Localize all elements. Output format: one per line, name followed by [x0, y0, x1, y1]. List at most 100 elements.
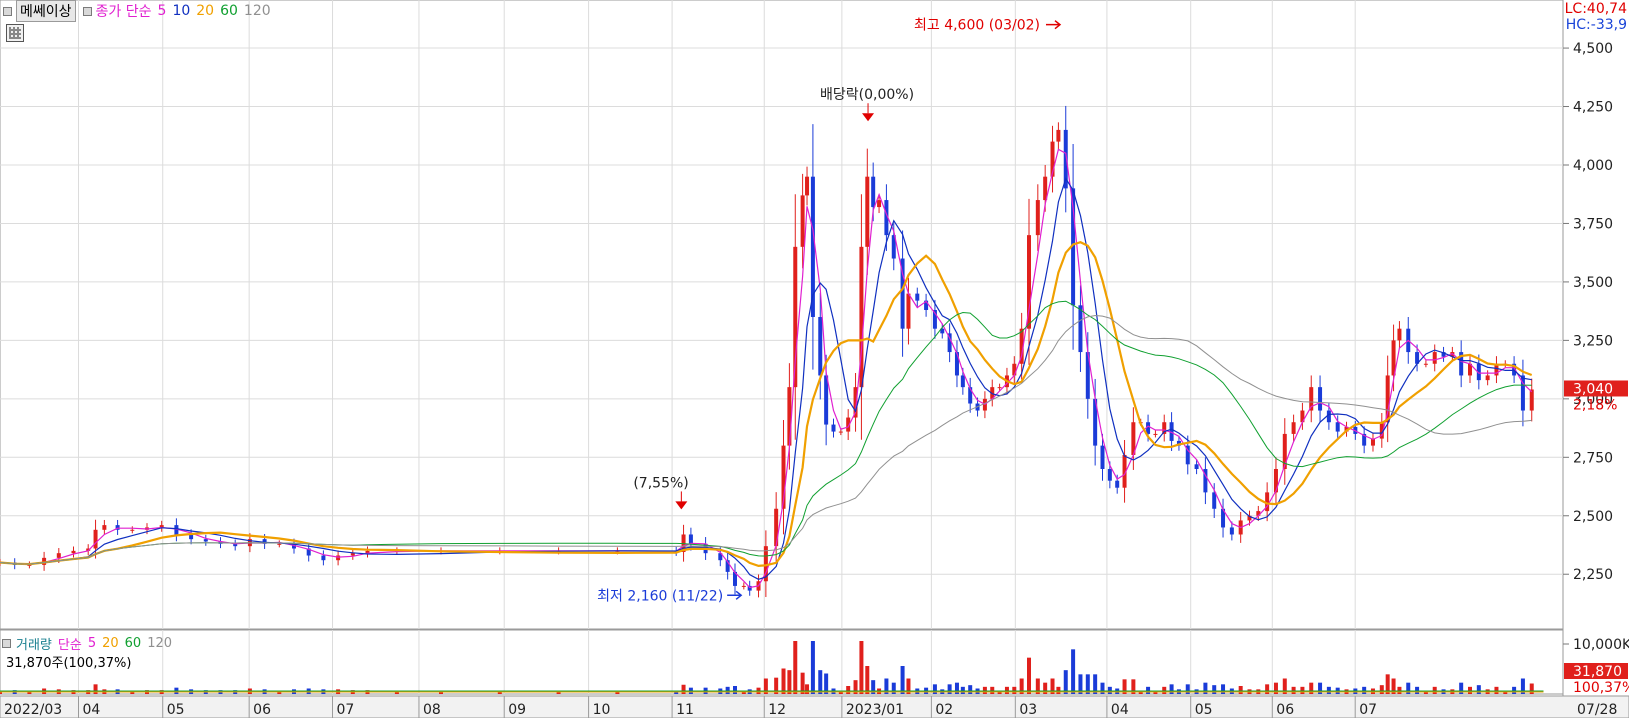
- candle-body: [93, 529, 98, 549]
- volume-bar: [1415, 686, 1420, 694]
- volume-bar: [1146, 686, 1151, 694]
- volume-bar: [810, 641, 815, 694]
- time-axis-bar: [0, 695, 1629, 719]
- y-tick-label: 4,500: [1573, 41, 1613, 57]
- ma-period-120: 120: [243, 3, 271, 19]
- candle-body: [997, 387, 1002, 389]
- annotation-low: 최저 2,160 (11/22): [597, 588, 723, 604]
- volume-bar: [1512, 686, 1517, 694]
- candle-body: [71, 550, 76, 554]
- volume-bar: [818, 670, 823, 694]
- volume-bar: [968, 685, 973, 694]
- candle-body: [906, 293, 911, 329]
- x-tick-label: 07: [1359, 702, 1377, 718]
- stock-name-tag[interactable]: 메쎄이상: [16, 0, 76, 22]
- volume-header: 거래량 단순 5 20 60 120: [2, 634, 178, 653]
- candle-body: [1056, 129, 1061, 142]
- x-tick-label: 03: [1019, 702, 1037, 718]
- volume-bar: [1071, 649, 1076, 694]
- candle-body: [56, 553, 61, 558]
- stock-chart-window: 2,250 2,500 2,750 3,000 3,250 3,500 3,750 4,000…: [0, 0, 1629, 719]
- candle-body: [800, 195, 805, 247]
- ma-period-60: 60: [220, 3, 238, 19]
- volume-bar: [1362, 686, 1367, 694]
- candle-body: [1291, 422, 1296, 434]
- volume-bar: [982, 686, 987, 694]
- volume-bar: [932, 684, 937, 694]
- y-tick-label: 2,500: [1573, 509, 1613, 525]
- volume-bar: [805, 684, 810, 694]
- annotation-event: (7,55%): [633, 475, 688, 491]
- ma-period-5: 5: [157, 3, 167, 19]
- y-tick-label: 4,000: [1573, 158, 1613, 174]
- candle-body: [741, 585, 746, 587]
- y-tick-label: 3,250: [1573, 333, 1613, 349]
- x-tick-label: 06: [1276, 702, 1294, 718]
- volume-bar: [1494, 686, 1499, 694]
- x-tick-label: 10: [593, 702, 611, 718]
- volume-label: 거래량: [16, 638, 52, 653]
- annotation-high: 최고 4,600 (03/02): [914, 18, 1040, 34]
- chart-svg[interactable]: 2,2502,5002,7503,0003,2503,5003,7504,000…: [0, 0, 1629, 719]
- chart-collapse-box[interactable]: [3, 6, 12, 16]
- volume-ma-period-120: 120: [147, 636, 173, 651]
- volume-bar: [1432, 686, 1437, 694]
- ma-label: 종가 단순: [95, 4, 152, 20]
- volume-bar: [1185, 684, 1190, 694]
- volume-bar: [1326, 686, 1331, 694]
- x-tick-label: 04: [1111, 702, 1129, 718]
- volume-bar: [1004, 686, 1009, 694]
- candle-body: [1385, 375, 1390, 423]
- ma-toggle-box[interactable]: [82, 6, 92, 16]
- volume-collapse-box[interactable]: [2, 639, 11, 648]
- candle-body: [1397, 328, 1402, 341]
- volume-bar: [1291, 686, 1296, 694]
- volume-bar: [1221, 684, 1226, 694]
- volume-bar: [781, 668, 786, 694]
- x-tick-label: 09: [508, 702, 526, 718]
- candle-body: [277, 543, 282, 545]
- price-chart-header: 메쎄이상 종가 단순 5 10 20 60 120: [2, 0, 277, 22]
- volume-bar: [900, 666, 905, 694]
- volume-bar: [733, 686, 737, 694]
- annotation-event: 배당락(0,00%): [820, 87, 914, 103]
- volume-bar: [725, 686, 730, 694]
- candle-body: [321, 555, 326, 561]
- volume-bar: [859, 641, 864, 694]
- candle-body: [954, 352, 959, 376]
- x-tick-label: 04: [82, 702, 100, 718]
- ma-period-10: 10: [172, 3, 191, 19]
- calculator-icon[interactable]: [6, 24, 24, 42]
- volume-ma-label: 단순: [57, 638, 82, 653]
- volume-bar: [990, 686, 995, 694]
- last-price-label: 3,040: [1573, 381, 1613, 397]
- volume-bar: [1012, 686, 1017, 694]
- volume-bar: [1468, 686, 1472, 694]
- last-change-label: 2,18%: [1573, 397, 1617, 413]
- candle-body: [350, 553, 355, 556]
- candle-body: [818, 316, 823, 376]
- candle-body: [1229, 527, 1234, 535]
- x-tick-label: 05: [1195, 702, 1213, 718]
- x-tick-label: 08: [423, 702, 441, 718]
- volume-bar: [846, 686, 851, 694]
- candle-body: [865, 176, 870, 247]
- volume-bar: [1056, 686, 1061, 694]
- last-volume-pct-label: 100,37%: [1573, 680, 1629, 696]
- volume-bar: [93, 684, 98, 694]
- volume-info: 31,870주(100,37%): [6, 656, 132, 671]
- x-tick-label: 11: [676, 702, 694, 718]
- volume-bar: [960, 686, 965, 694]
- candle-body: [1012, 363, 1017, 376]
- candle-body: [831, 424, 836, 432]
- candle-body: [336, 555, 341, 561]
- volume-bar: [865, 666, 870, 694]
- candle-body: [688, 534, 693, 544]
- y-tick-label: 2,250: [1573, 567, 1613, 583]
- candle-body: [1078, 305, 1083, 353]
- y-tick-label: 3,500: [1573, 275, 1613, 291]
- lc-readout: LC:40,74: [1564, 1, 1627, 17]
- volume-bar: [1063, 670, 1068, 694]
- x-tick-label: 05: [167, 702, 185, 718]
- candle-body: [1335, 422, 1340, 432]
